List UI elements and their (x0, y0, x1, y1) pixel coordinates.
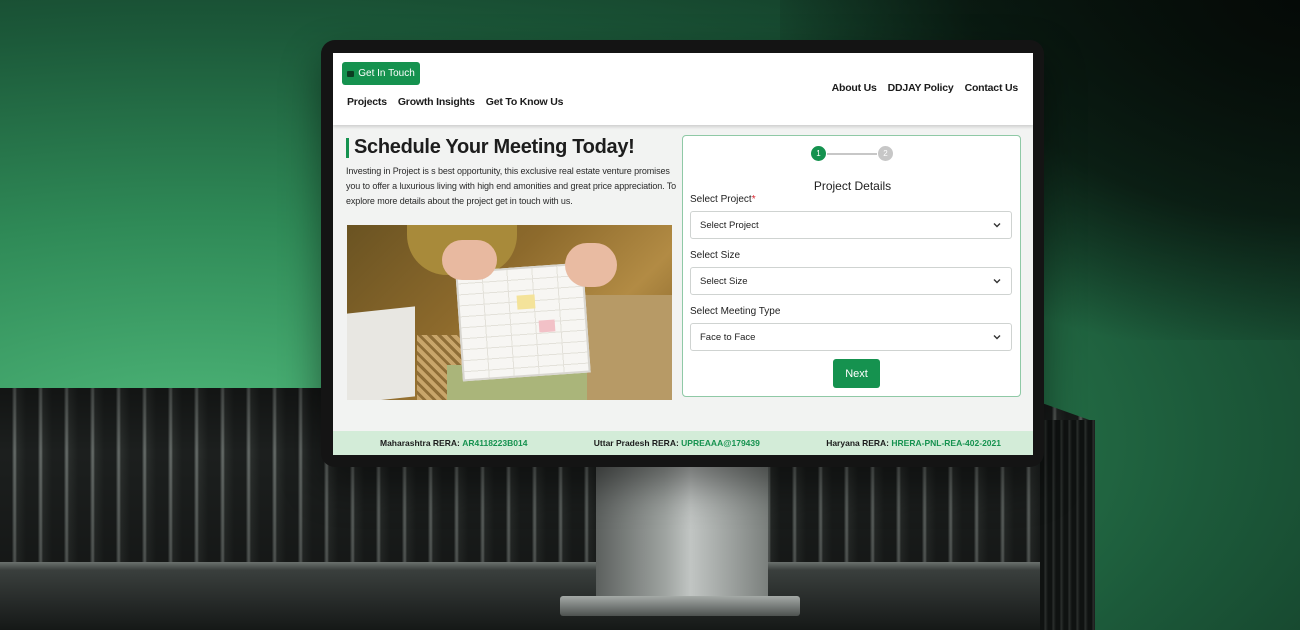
rera-label: Uttar Pradesh RERA: (593, 438, 679, 448)
select-meeting-type-value: Face to Face (700, 331, 756, 343)
chevron-down-icon (993, 335, 1001, 340)
select-project-label: Select Project* (690, 194, 756, 205)
nav-about-us[interactable]: About Us (832, 82, 877, 94)
step-connector (827, 152, 877, 155)
intro-text: Investing in Project is s best opportuni… (346, 166, 677, 206)
select-size-value: Select Size (700, 275, 748, 287)
select-project-value: Select Project (700, 219, 759, 231)
nav-contact-us[interactable]: Contact Us (965, 82, 1019, 94)
website-screen: Get In Touch Projects Growth Insights Ge… (333, 53, 1033, 455)
monitor-stand (596, 455, 768, 605)
form-title: Project Details (813, 179, 892, 193)
nav-projects[interactable]: Projects (347, 96, 387, 108)
step-1-indicator: 1 (811, 146, 826, 161)
select-project-label-text: Select Project (690, 194, 752, 205)
page-title-wrap: Schedule Your Meeting Today! (346, 136, 635, 159)
nav-growth-insights[interactable]: Growth Insights (398, 96, 475, 108)
desk-side (1040, 420, 1095, 630)
next-button[interactable]: Next (833, 359, 880, 388)
select-project-dropdown[interactable]: Select Project (690, 211, 1012, 239)
rera-uttar-pradesh: Uttar Pradesh RERA: UPREAAA@179439 (594, 438, 760, 448)
select-meeting-type-dropdown[interactable]: Face to Face (690, 323, 1012, 351)
nav-get-to-know-us[interactable]: Get To Know Us (486, 96, 564, 108)
rera-value: AR4118223B014 (462, 438, 528, 448)
get-in-touch-label: Get In Touch (358, 68, 415, 79)
select-size-label: Select Size (690, 250, 741, 261)
select-meeting-type-label: Select Meeting Type (690, 306, 781, 317)
rera-label: Maharashtra RERA: (380, 438, 460, 448)
secondary-nav: About Us DDJAY Policy Contact Us (832, 82, 1019, 94)
title-accent-bar (346, 137, 349, 158)
photo-brochure (347, 306, 415, 400)
rera-maharashtra: Maharashtra RERA: AR4118223B014 (380, 438, 527, 448)
nav-ddjay-policy[interactable]: DDJAY Policy (888, 82, 954, 94)
get-in-touch-button[interactable]: Get In Touch (342, 62, 420, 85)
rera-value: UPREAAA@179439 (681, 438, 760, 448)
step-2-indicator: 2 (878, 146, 893, 161)
chevron-down-icon (993, 279, 1001, 284)
monitor-stand-base (560, 596, 800, 616)
planner-photo (347, 225, 672, 400)
meeting-form: 1 2 Project Details Select Project* Sele… (682, 135, 1021, 397)
rera-footer: Maharashtra RERA: AR4118223B014 Uttar Pr… (333, 431, 1033, 455)
photo-hand (565, 243, 617, 287)
form-stepper: 1 2 (811, 146, 893, 161)
required-marker: * (751, 194, 756, 205)
page-title: Schedule Your Meeting Today! (354, 136, 635, 158)
photo-sticky-note (538, 319, 556, 333)
rera-haryana: Haryana RERA: HRERA-PNL-REA-402-2021 (826, 438, 1001, 448)
rera-label: Haryana RERA: (826, 438, 890, 448)
photo-hand (442, 240, 497, 280)
photo-cloth (579, 295, 672, 400)
site-header: Get In Touch Projects Growth Insights Ge… (333, 53, 1033, 125)
rera-value: HRERA-PNL-REA-402-2021 (891, 438, 1001, 448)
chat-icon (347, 70, 355, 77)
photo-sticky-note (516, 294, 536, 310)
select-size-dropdown[interactable]: Select Size (690, 267, 1012, 295)
primary-nav: Projects Growth Insights Get To Know Us (347, 96, 563, 108)
chevron-down-icon (993, 223, 1001, 228)
desk-edge (0, 562, 1095, 630)
